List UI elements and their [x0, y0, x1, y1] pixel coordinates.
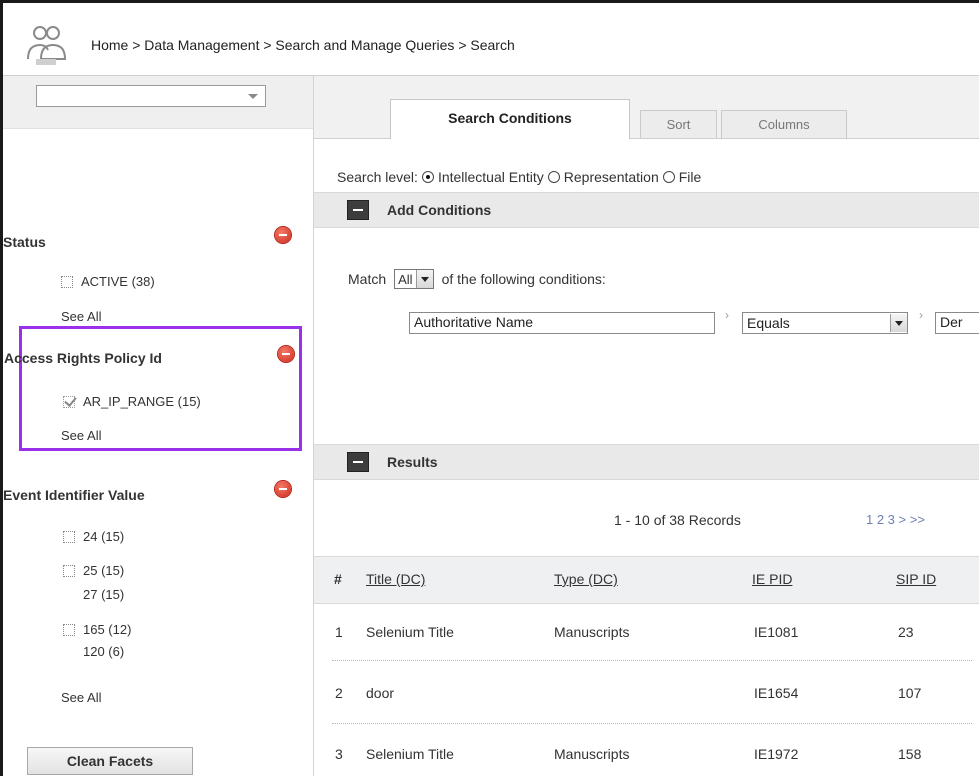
facet-item-24[interactable]: 24 (15) [63, 529, 124, 544]
facet-item-label: ACTIVE (38) [81, 274, 155, 289]
match-suffix: of the following conditions: [441, 271, 606, 287]
row-divider [332, 660, 972, 661]
facet-item-label: 120 (6) [83, 644, 125, 659]
facet-title-access-rights: Access Rights Policy Id [4, 350, 162, 366]
match-select[interactable]: All [394, 269, 434, 289]
column-header-ie-pid[interactable]: IE PID [752, 571, 792, 587]
table-cell-type: Manuscripts [554, 746, 630, 762]
chevron-down-icon [248, 94, 258, 99]
app-window: Home > Data Management > Search and Mana… [3, 3, 979, 776]
condition-field-input[interactable]: Authoritative Name [409, 312, 715, 334]
users-icon [27, 26, 67, 65]
see-all-link-access-rights[interactable]: See All [61, 428, 101, 443]
operator-select[interactable]: Equals [742, 312, 908, 334]
facet-item-27[interactable]: 27 (15) [63, 587, 124, 602]
table-header: # Title (DC) Type (DC) IE PID SIP ID [314, 556, 979, 604]
separator-icon: › [919, 308, 923, 322]
radio-intellectual-entity[interactable] [421, 171, 434, 183]
search-level-label: Search level: [337, 169, 418, 185]
breadcrumb: Home > Data Management > Search and Mana… [91, 37, 515, 53]
table-cell-ie-pid: IE1081 [754, 624, 799, 640]
radio-representation[interactable] [547, 171, 560, 183]
checkbox[interactable] [63, 530, 75, 543]
facet-select[interactable] [36, 85, 266, 107]
column-header-type[interactable]: Type (DC) [554, 571, 618, 587]
table-cell-sip-id: 23 [898, 624, 914, 640]
column-header-title[interactable]: Title (DC) [366, 571, 425, 587]
tab-columns[interactable]: Columns [721, 110, 847, 138]
facet-item-ar-ip-range[interactable]: AR_IP_RANGE (15) [63, 394, 201, 409]
facet-item-25[interactable]: 25 (15) [63, 563, 124, 578]
row-divider [332, 723, 972, 724]
collapse-icon[interactable] [347, 452, 369, 472]
table-cell-number: 1 [335, 624, 343, 640]
collapse-icon[interactable] [347, 200, 369, 220]
section-title: Add Conditions [387, 202, 492, 218]
checkbox[interactable] [61, 275, 73, 288]
section-title: Results [387, 454, 438, 470]
condition-value-input[interactable]: Der [935, 312, 979, 334]
tab-bar: Search Conditions Sort Columns [314, 76, 979, 139]
clean-facets-button[interactable]: Clean Facets [27, 747, 193, 775]
match-prefix: Match [348, 271, 387, 287]
facet-item-label: 25 (15) [83, 563, 125, 578]
header: Home > Data Management > Search and Mana… [3, 3, 979, 76]
see-all-link-status[interactable]: See All [61, 309, 101, 324]
checkbox-checked[interactable] [63, 395, 75, 408]
operator-value: Equals [747, 315, 790, 331]
remove-icon[interactable] [275, 481, 291, 497]
radio-label: Intellectual Entity [437, 169, 544, 185]
search-level-row: Search level: Intellectual Entity Repres… [337, 169, 701, 185]
facet-item-165[interactable]: 165 (12) [63, 622, 131, 637]
tab-sort[interactable]: Sort [640, 110, 717, 138]
remove-icon[interactable] [278, 346, 294, 362]
facet-item-label: 165 (12) [83, 622, 132, 637]
column-header-number: # [334, 571, 342, 587]
checkbox[interactable] [63, 623, 75, 636]
facet-title-status: Status [3, 234, 46, 250]
radio-file[interactable] [662, 171, 675, 183]
facet-title-event-identifier: Event Identifier Value [3, 487, 145, 503]
match-row: Match All of the following conditions: [348, 269, 606, 289]
add-conditions-bar: Add Conditions [314, 192, 979, 228]
table-cell-number: 2 [335, 685, 343, 701]
table-cell-title[interactable]: door [366, 685, 394, 701]
radio-label: File [678, 169, 702, 185]
table-cell-sip-id: 107 [898, 685, 922, 701]
facet-item-label: 24 (15) [83, 529, 125, 544]
column-header-sip-id[interactable]: SIP ID [896, 571, 936, 587]
table-cell-title[interactable]: Selenium Title [366, 624, 454, 640]
match-value: All [398, 271, 413, 287]
facet-item-label: AR_IP_RANGE (15) [83, 394, 201, 409]
remove-icon[interactable] [275, 227, 291, 243]
see-all-link-event-identifier[interactable]: See All [61, 690, 101, 705]
table-cell-type: Manuscripts [554, 624, 630, 640]
pagination[interactable]: 1 2 3 > >> [866, 512, 925, 527]
results-summary: 1 - 10 of 38 Records [614, 512, 741, 528]
table-cell-ie-pid: IE1654 [754, 685, 799, 701]
radio-label: Representation [563, 169, 659, 185]
tab-search-conditions[interactable]: Search Conditions [390, 99, 630, 139]
separator-icon: › [725, 308, 729, 322]
table-cell-number: 3 [335, 746, 343, 762]
table-cell-sip-id: 158 [898, 746, 922, 762]
table-cell-title[interactable]: Selenium Title [366, 746, 454, 762]
facet-item-120[interactable]: 120 (6) [63, 644, 124, 659]
results-bar: Results [314, 444, 979, 480]
facet-item-label: 27 (15) [83, 587, 125, 602]
checkbox[interactable] [63, 564, 75, 577]
dropdown-arrow-icon [890, 314, 907, 332]
main-panel: Search Conditions Sort Columns Search le… [314, 76, 979, 776]
dropdown-arrow-icon [415, 270, 433, 288]
table-cell-ie-pid: IE1972 [754, 746, 799, 762]
facet-item-active[interactable]: ACTIVE (38) [61, 274, 155, 289]
